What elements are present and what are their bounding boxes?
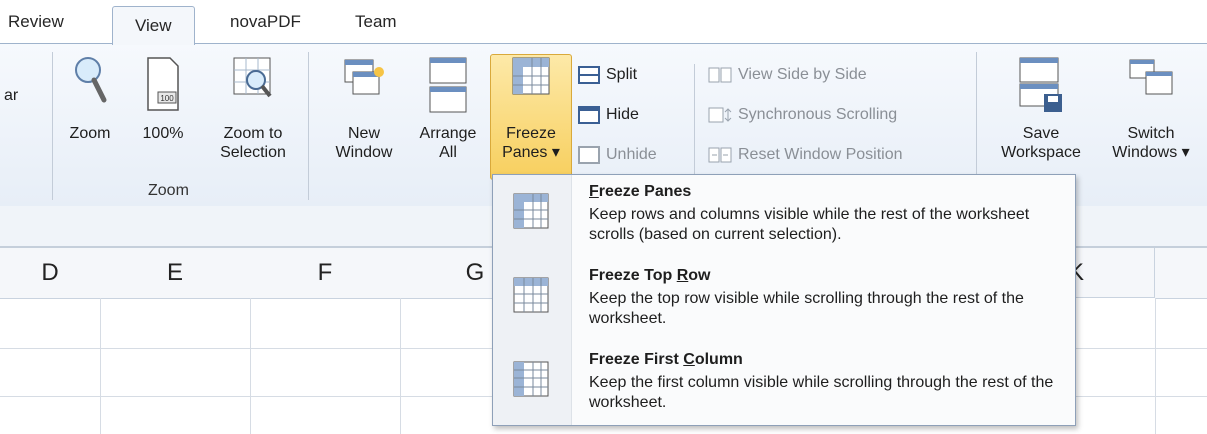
freeze-panes-menu: Freeze Panes Keep rows and columns visib… <box>492 174 1076 426</box>
menu-item-description: Keep the top row visible while scrolling… <box>589 290 1024 327</box>
arrange-all-button[interactable]: Arrange All <box>410 54 486 162</box>
group-separator <box>52 52 53 200</box>
save-workspace-button[interactable]: Save Workspace <box>986 54 1096 162</box>
unhide-icon <box>578 146 600 164</box>
freeze-panes-icon <box>512 57 550 95</box>
sync-scroll-icon <box>708 107 732 123</box>
menu-item-title: Freeze First Column <box>589 351 743 368</box>
menu-item-freeze-panes[interactable]: Freeze Panes Keep rows and columns visib… <box>493 175 1075 259</box>
column-header-f[interactable]: F <box>250 248 401 299</box>
hide-button[interactable]: Hide <box>578 106 639 124</box>
grid-line <box>100 298 101 434</box>
side-by-side-icon <box>708 67 732 83</box>
switch-windows-button[interactable]: Switch Windows ▾ <box>1098 54 1204 162</box>
hide-icon <box>578 106 600 124</box>
tab-novapdf[interactable]: novaPDF <box>230 12 301 32</box>
new-window-icon <box>344 59 384 95</box>
zoom-to-selection-button[interactable]: Zoom to Selection <box>208 54 298 162</box>
menu-item-description: Keep rows and columns visible while the … <box>589 206 1030 243</box>
menu-item-title: Freeze Top Row <box>589 267 711 284</box>
freeze-first-column-icon <box>513 361 549 397</box>
group-separator <box>308 52 309 200</box>
ribbon-tab-bar: Review View novaPDF Team <box>0 0 1207 45</box>
view-side-by-side-button[interactable]: View Side by Side <box>708 66 867 84</box>
grid-line <box>250 298 251 434</box>
column-header-d[interactable]: D <box>0 248 101 299</box>
column-header-e[interactable]: E <box>100 248 251 299</box>
freeze-top-row-icon <box>513 277 549 313</box>
zoom-group-label: Zoom <box>148 182 189 199</box>
magnifier-icon <box>75 57 107 103</box>
menu-item-freeze-top-row[interactable]: Freeze Top Row Keep the top row visible … <box>493 259 1075 343</box>
dropdown-arrow-icon: ▾ <box>1177 144 1190 161</box>
freeze-panes-icon <box>513 193 549 229</box>
zoom-button[interactable]: Zoom <box>62 54 118 143</box>
new-window-button[interactable]: New Window <box>322 54 406 162</box>
tab-team[interactable]: Team <box>355 12 397 32</box>
menu-item-description: Keep the first column visible while scro… <box>589 374 1054 411</box>
cut-off-label: ar <box>4 87 19 104</box>
synchronous-scrolling-button[interactable]: Synchronous Scrolling <box>708 106 897 124</box>
freeze-panes-button[interactable]: Freeze Panes ▾ <box>490 54 572 162</box>
save-workspace-icon <box>1019 57 1062 112</box>
page-100-icon: 100 <box>147 57 179 111</box>
arrange-all-icon <box>429 57 467 113</box>
grid-line <box>1155 298 1156 434</box>
svg-text:100: 100 <box>160 94 174 103</box>
column-header-next <box>1155 248 1207 299</box>
tab-review[interactable]: Review <box>8 12 64 32</box>
tab-view[interactable]: View <box>112 6 195 45</box>
grid-line <box>400 298 401 434</box>
split-button[interactable]: Split <box>578 66 637 84</box>
menu-item-title: Freeze Panes <box>589 183 692 200</box>
reset-window-icon <box>708 147 732 163</box>
zoom-selection-icon <box>233 57 272 98</box>
reset-window-position-button[interactable]: Reset Window Position <box>708 146 903 164</box>
switch-windows-icon <box>1129 59 1173 95</box>
dropdown-arrow-icon: ▾ <box>547 144 560 161</box>
menu-item-freeze-first-column[interactable]: Freeze First Column Keep the first colum… <box>493 343 1075 427</box>
group-separator <box>694 64 695 174</box>
split-icon <box>578 66 600 84</box>
zoom-100-button[interactable]: 100 100% <box>136 54 190 143</box>
unhide-button[interactable]: Unhide <box>578 146 657 164</box>
